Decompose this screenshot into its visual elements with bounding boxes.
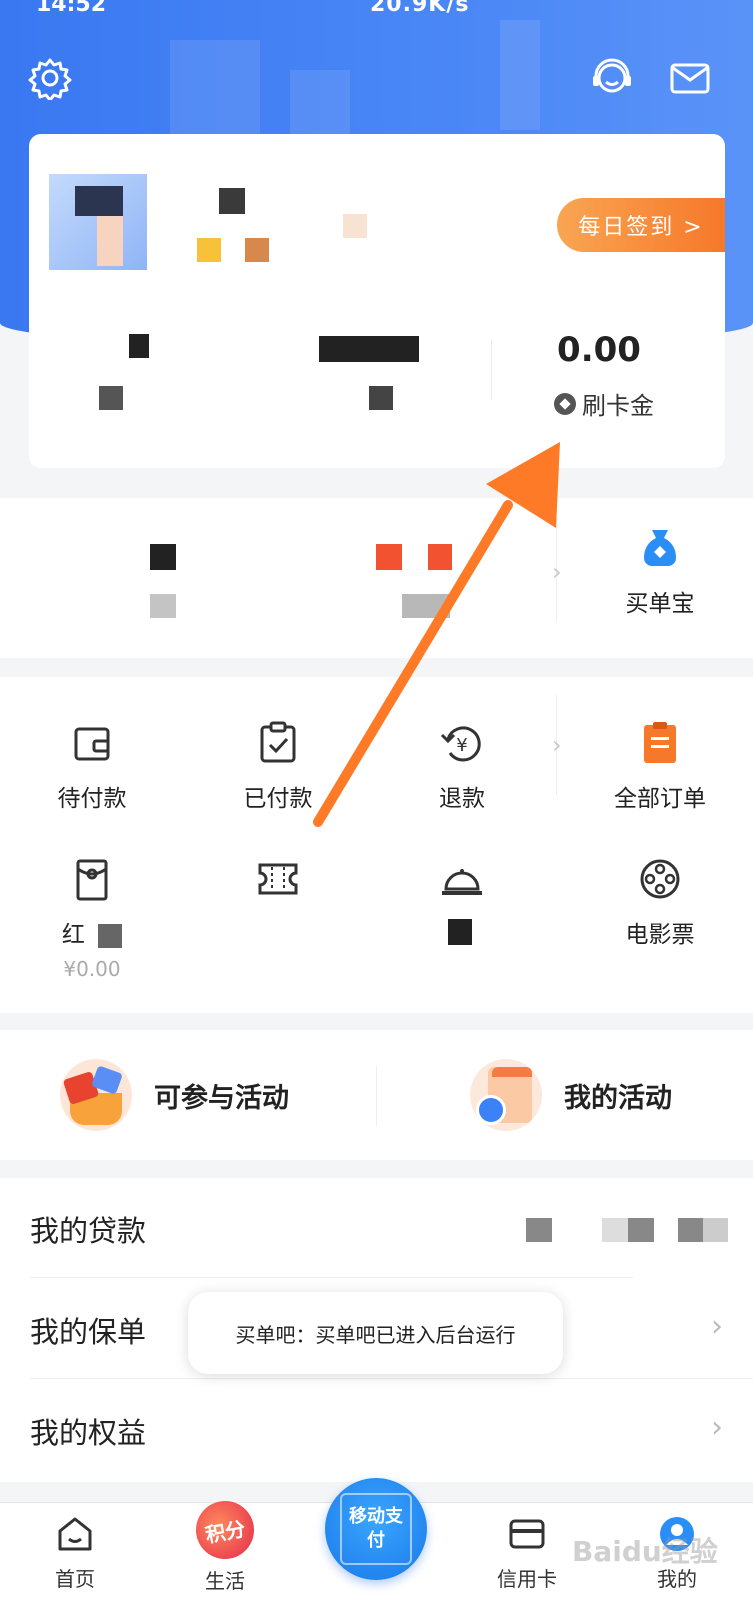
- stat-label-redacted: [99, 386, 123, 410]
- divider: [491, 340, 492, 400]
- tab-home[interactable]: 首页: [30, 1513, 120, 1592]
- calendar-clock-icon: [470, 1059, 542, 1131]
- clipboard-check-icon: [254, 719, 302, 767]
- watermark-logo: Baidu经验: [572, 1535, 718, 1568]
- avatar: [75, 186, 123, 216]
- chevron-right-icon: ›: [711, 1410, 723, 1445]
- coupon-icon: [254, 855, 302, 903]
- dining-button[interactable]: [402, 855, 522, 945]
- gear-icon[interactable]: [28, 56, 72, 102]
- mobile-pay-label: 移动支付: [349, 1506, 403, 1551]
- refund-label: 退款: [439, 786, 485, 812]
- orders-section: 待付款 已付款 ¥ 退款 › 全部订单 红 ¥0.00 电影票: [0, 677, 753, 1013]
- card-cash-label: 刷卡金: [554, 386, 654, 421]
- wallet-item-redacted[interactable]: [428, 544, 452, 570]
- username-redacted: [219, 188, 245, 214]
- chevron-right-icon: ›: [552, 731, 562, 759]
- level-badge: [197, 238, 221, 262]
- svg-text:¥: ¥: [456, 735, 467, 756]
- daily-signin-button[interactable]: 每日签到 >: [557, 198, 725, 252]
- divider: [30, 1378, 753, 1379]
- label-redacted: [98, 923, 123, 948]
- value-redacted: [602, 1218, 654, 1242]
- tab-life-label: 生活: [205, 1569, 245, 1593]
- toast-message: 买单吧：买单吧已进入后台运行: [188, 1292, 563, 1374]
- benefits-label: 我的权益: [30, 1416, 147, 1450]
- coupon-button[interactable]: [218, 855, 338, 915]
- available-activities-label: 可参与活动: [154, 1082, 289, 1114]
- stat-label-redacted: [369, 386, 393, 410]
- tab-home-label: 首页: [55, 1567, 95, 1591]
- wallet-item-redacted[interactable]: [376, 544, 402, 570]
- gift-icon: [60, 1059, 132, 1131]
- redpacket-icon: [68, 855, 116, 903]
- wallet-section: › 买单宝: [0, 498, 753, 658]
- paid-button[interactable]: 已付款: [218, 719, 338, 813]
- available-activities-button[interactable]: 可参与活动: [60, 1059, 289, 1131]
- all-orders-button[interactable]: 全部订单: [592, 719, 728, 813]
- mail-icon[interactable]: [668, 56, 712, 100]
- wallet-label-redacted: [402, 594, 450, 618]
- paid-label: 已付款: [243, 786, 313, 812]
- redpacket-button[interactable]: 红 ¥0.00: [32, 855, 152, 981]
- maidanbao-button[interactable]: 买单宝: [600, 524, 720, 618]
- stat-value-redacted[interactable]: [129, 334, 149, 358]
- stat-value-redacted[interactable]: [319, 336, 419, 362]
- wallet-icon: [68, 719, 116, 767]
- policy-label: 我的保单: [30, 1315, 147, 1349]
- wallet-item-redacted[interactable]: [150, 544, 176, 570]
- headset-icon[interactable]: [590, 56, 634, 100]
- my-activities-label: 我的活动: [564, 1082, 672, 1114]
- profile-card: 每日签到 > 0.00 刷卡金: [29, 134, 725, 468]
- movie-tickets-button[interactable]: 电影票: [600, 855, 720, 949]
- movie-tickets-label: 电影票: [625, 922, 695, 948]
- divider: [30, 1277, 633, 1278]
- value-redacted: [678, 1218, 728, 1242]
- status-bar: 14:52 20.9K/s: [0, 0, 753, 17]
- badge-redacted: [343, 214, 367, 238]
- tower-decoration: [500, 20, 540, 130]
- all-orders-label: 全部订单: [614, 786, 706, 812]
- pending-payment-button[interactable]: 待付款: [32, 719, 152, 813]
- chevron-right-icon: ›: [552, 558, 562, 586]
- benefits-row[interactable]: 我的权益 ›: [0, 1380, 753, 1480]
- level-badge: [245, 238, 269, 262]
- maidanbao-label: 买单宝: [625, 591, 695, 617]
- credit-card-icon: [506, 1513, 548, 1555]
- points-badge-icon: 积分: [191, 1496, 259, 1564]
- card-cash-value[interactable]: 0.00: [529, 330, 669, 370]
- wallet-label-redacted: [150, 594, 176, 618]
- orders-icon: [636, 719, 684, 767]
- tab-credit-card[interactable]: 信用卡: [482, 1513, 572, 1592]
- redpacket-amount: ¥0.00: [63, 957, 121, 981]
- moneybag-icon: [636, 524, 684, 572]
- loan-row[interactable]: 我的贷款: [0, 1178, 753, 1278]
- film-icon: [636, 855, 684, 903]
- loan-label: 我的贷款: [30, 1214, 147, 1248]
- refund-button[interactable]: ¥ 退款: [402, 719, 522, 813]
- redpacket-label: 红: [61, 922, 85, 948]
- card-cash-text: 刷卡金: [582, 392, 654, 420]
- activities-section: 可参与活动 我的活动: [0, 1030, 753, 1160]
- chevron-right-icon: ›: [711, 1309, 723, 1344]
- tab-mine-label: 我的: [657, 1567, 697, 1591]
- diamond-icon: [554, 392, 576, 415]
- label-redacted: [448, 919, 472, 945]
- avatar: [97, 216, 123, 266]
- network-speed: 20.9K/s: [370, 0, 470, 17]
- value-redacted: [526, 1218, 552, 1242]
- refund-icon: ¥: [438, 719, 486, 767]
- divider: [376, 1066, 377, 1126]
- home-icon: [54, 1513, 96, 1555]
- tab-credit-card-label: 信用卡: [497, 1567, 557, 1591]
- status-time: 14:52: [36, 0, 107, 17]
- my-activities-button[interactable]: 我的活动: [470, 1059, 672, 1131]
- dining-icon: [438, 855, 486, 903]
- pending-payment-label: 待付款: [57, 786, 127, 812]
- tab-life[interactable]: 积分 生活: [180, 1496, 270, 1594]
